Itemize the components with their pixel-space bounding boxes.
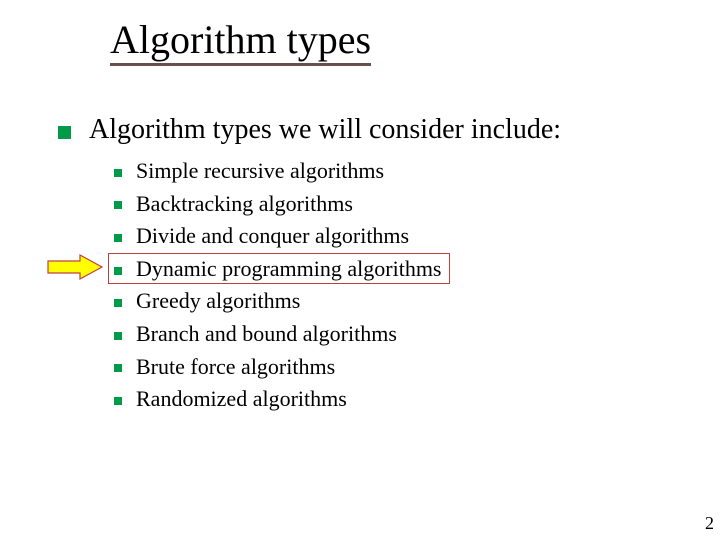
slide-title: Algorithm types	[110, 18, 371, 62]
list-item-label: Simple recursive algorithms	[136, 158, 384, 183]
square-bullet-icon	[114, 201, 122, 209]
highlight-box	[108, 253, 450, 284]
title-container: Algorithm types	[110, 18, 371, 62]
square-bullet-icon	[114, 299, 122, 307]
list-item-label: Randomized algorithms	[136, 386, 347, 411]
square-bullet-icon	[114, 332, 122, 340]
arrow-right-icon	[46, 253, 106, 283]
list-item: Greedy algorithms	[114, 287, 561, 316]
list-item: Backtracking algorithms	[114, 190, 561, 219]
list-item: Branch and bound algorithms	[114, 320, 561, 349]
list-item: Randomized algorithms	[114, 385, 561, 414]
page-number: 2	[705, 513, 714, 534]
square-bullet-icon	[114, 169, 122, 177]
list-item-label: Brute force algorithms	[136, 354, 335, 379]
list-item: Simple recursive algorithms	[114, 157, 561, 186]
square-bullet-icon	[114, 397, 122, 405]
slide: Algorithm types Algorithm types we will …	[0, 0, 720, 540]
sub-list: Simple recursive algorithms Backtracking…	[114, 157, 561, 414]
square-bullet-icon	[114, 364, 122, 372]
list-item-label: Algorithm types we will consider include…	[89, 114, 561, 145]
list-item: Brute force algorithms	[114, 353, 561, 382]
square-bullet-icon	[114, 234, 122, 242]
list-item: Algorithm types we will consider include…	[58, 112, 561, 147]
list-item: Divide and conquer algorithms	[114, 222, 561, 251]
list-item-label: Greedy algorithms	[136, 288, 300, 313]
list-item-label: Branch and bound algorithms	[136, 321, 397, 346]
list-item-label: Divide and conquer algorithms	[136, 223, 409, 248]
title-underline	[110, 63, 371, 66]
list-item-label: Backtracking algorithms	[136, 191, 353, 216]
square-bullet-icon	[58, 126, 71, 139]
